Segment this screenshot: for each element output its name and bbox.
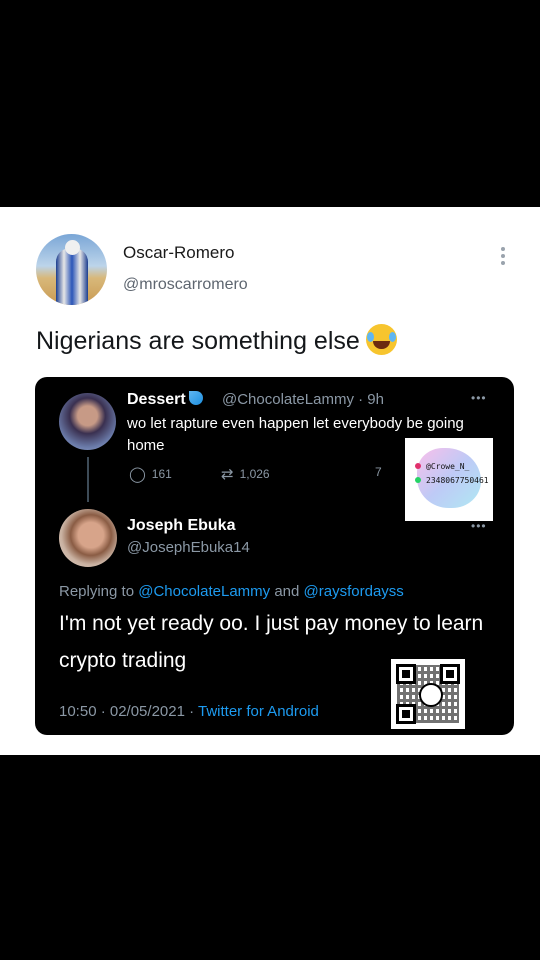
replying-label: Replying to [59, 583, 139, 600]
reply-count[interactable]: ◯ 161 [129, 465, 172, 483]
sweat-droplets-icon [188, 391, 203, 405]
watermark-whatsapp-text: 2348067750461 [426, 476, 489, 485]
and-label: and [270, 583, 304, 600]
retweet-count[interactable]: ⇄ 1,026 [221, 465, 270, 483]
more-options-icon[interactable] [493, 245, 513, 267]
watermark-instagram: @Crowe_N_ [415, 462, 469, 471]
replying-to: Replying to @ChocolateLammy and @raysfor… [59, 583, 404, 600]
tweet-text-body: Nigerians are something else [36, 327, 360, 355]
dessert-name[interactable]: Dessert [127, 391, 203, 409]
watermark-whatsapp: 2348067750461 [415, 476, 489, 485]
reply-icon: ◯ [129, 466, 146, 483]
quoted-screenshot[interactable]: Dessert @ChocolateLammy · 9h ••• wo let … [35, 377, 514, 735]
avatar-figure [56, 248, 88, 305]
whatsapp-qr-code [391, 659, 465, 729]
face-with-tears-of-joy-icon [365, 324, 397, 355]
contact-watermark: @Crowe_N_ 2348067750461 [405, 438, 493, 521]
watermark-instagram-text: @Crowe_N_ [426, 462, 470, 471]
tweet-meta: 10:50 · 02/05/2021 · Twitter for Android [59, 703, 319, 720]
more-options-icon[interactable]: ••• [471, 519, 487, 533]
thread-line [87, 457, 89, 502]
author-handle[interactable]: @mroscarromero [123, 276, 248, 294]
reply-count-value: 161 [151, 467, 172, 481]
qr-finder [396, 704, 416, 724]
whatsapp-icon [415, 477, 421, 483]
source-link[interactable]: Twitter for Android [198, 703, 319, 720]
qr-finder [440, 664, 460, 684]
retweet-icon: ⇄ [221, 466, 234, 483]
author-avatar[interactable] [36, 234, 107, 305]
qr-finder [396, 664, 416, 684]
like-count[interactable]: 7 [375, 465, 382, 479]
author-name[interactable]: Oscar-Romero [123, 243, 234, 263]
dessert-handle-time[interactable]: @ChocolateLammy · 9h [222, 391, 384, 408]
dessert-name-text: Dessert [127, 391, 186, 408]
timestamp[interactable]: 10:50 · 02/05/2021 · [59, 703, 198, 720]
tweet-card: Oscar-Romero @mroscarromero Nigerians ar… [0, 207, 540, 755]
dessert-avatar[interactable] [59, 393, 116, 450]
whatsapp-icon [419, 683, 443, 707]
retweet-count-value: 1,026 [239, 467, 270, 481]
avatar-head [65, 240, 80, 255]
mention-chocolatelammy[interactable]: @ChocolateLammy [138, 583, 270, 600]
joseph-avatar[interactable] [59, 509, 117, 567]
joseph-handle[interactable]: @JosephEbuka14 [127, 539, 250, 556]
more-options-icon[interactable]: ••• [471, 391, 487, 405]
instagram-icon [415, 463, 421, 469]
tweet-text: Nigerians are something else [36, 324, 397, 356]
mention-raysfordayss[interactable]: @raysfordayss [304, 583, 404, 600]
joseph-name[interactable]: Joseph Ebuka [127, 517, 235, 535]
